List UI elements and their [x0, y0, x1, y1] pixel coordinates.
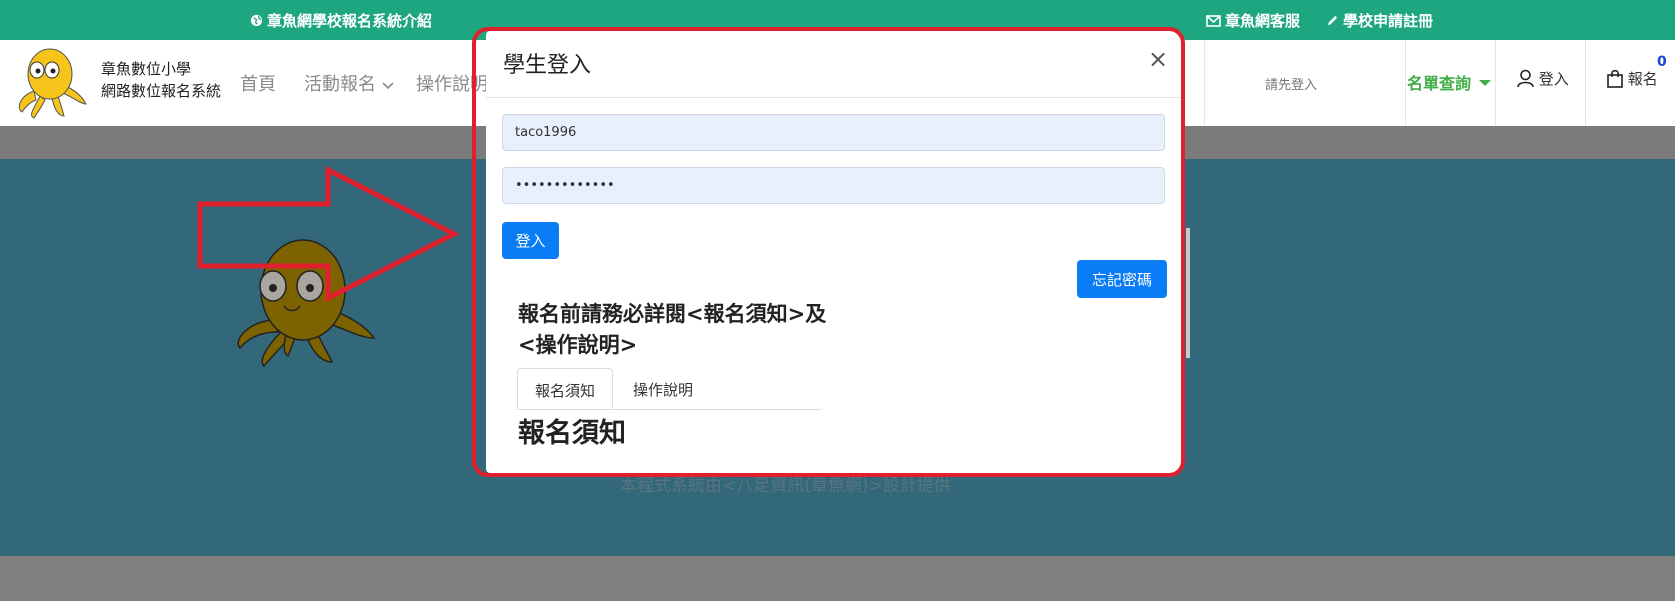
- nav-divider: [1405, 40, 1406, 126]
- brand-line-1: 章魚數位小學: [101, 60, 192, 78]
- nav-divider: [1585, 40, 1586, 126]
- nav-events[interactable]: 活動報名: [304, 70, 394, 96]
- octopus-logo[interactable]: [12, 46, 90, 120]
- intro-link-label: 章魚網學校報名系統介紹: [267, 12, 433, 30]
- red-highlight-frame: [472, 27, 1185, 477]
- school-register-link-label: 學校申請註冊: [1343, 12, 1434, 30]
- nav-signup-cart[interactable]: 報名: [1607, 68, 1658, 89]
- login-notice: 請先登入: [1265, 78, 1318, 93]
- chevron-down-icon: [382, 74, 394, 95]
- intro-link[interactable]: 章魚網學校報名系統介紹: [250, 10, 432, 31]
- modal-scrollbar[interactable]: [1186, 228, 1190, 358]
- nav-home[interactable]: 首頁: [240, 70, 276, 96]
- nav-login-label: 登入: [1538, 70, 1569, 88]
- service-link-label: 章魚網客服: [1225, 12, 1301, 30]
- caret-down-icon: [1479, 80, 1492, 86]
- nav-login[interactable]: 登入: [1517, 68, 1569, 89]
- user-icon: [1517, 69, 1539, 88]
- query-dropdown-label: 名單查詢: [1407, 74, 1472, 93]
- brand-line-2: 網路數位報名系統: [101, 82, 222, 100]
- school-register-link[interactable]: 學校申請註冊: [1326, 10, 1433, 31]
- globe-icon: [250, 13, 263, 31]
- query-dropdown[interactable]: 名單查詢: [1407, 70, 1492, 94]
- pencil-icon: [1326, 13, 1339, 31]
- shopping-bag-icon: [1607, 69, 1628, 88]
- envelope-icon: [1206, 13, 1221, 31]
- nav-divider: [1495, 40, 1496, 126]
- service-link[interactable]: 章魚網客服: [1206, 10, 1300, 31]
- nav-divider: [1204, 40, 1205, 126]
- red-arrow-annotation: [197, 165, 460, 303]
- dimmed-bottom: [0, 556, 1675, 601]
- nav-events-label: 活動報名: [304, 74, 376, 95]
- nav-signup-label: 報名: [1627, 70, 1658, 88]
- cart-count-badge: 0: [1657, 54, 1667, 70]
